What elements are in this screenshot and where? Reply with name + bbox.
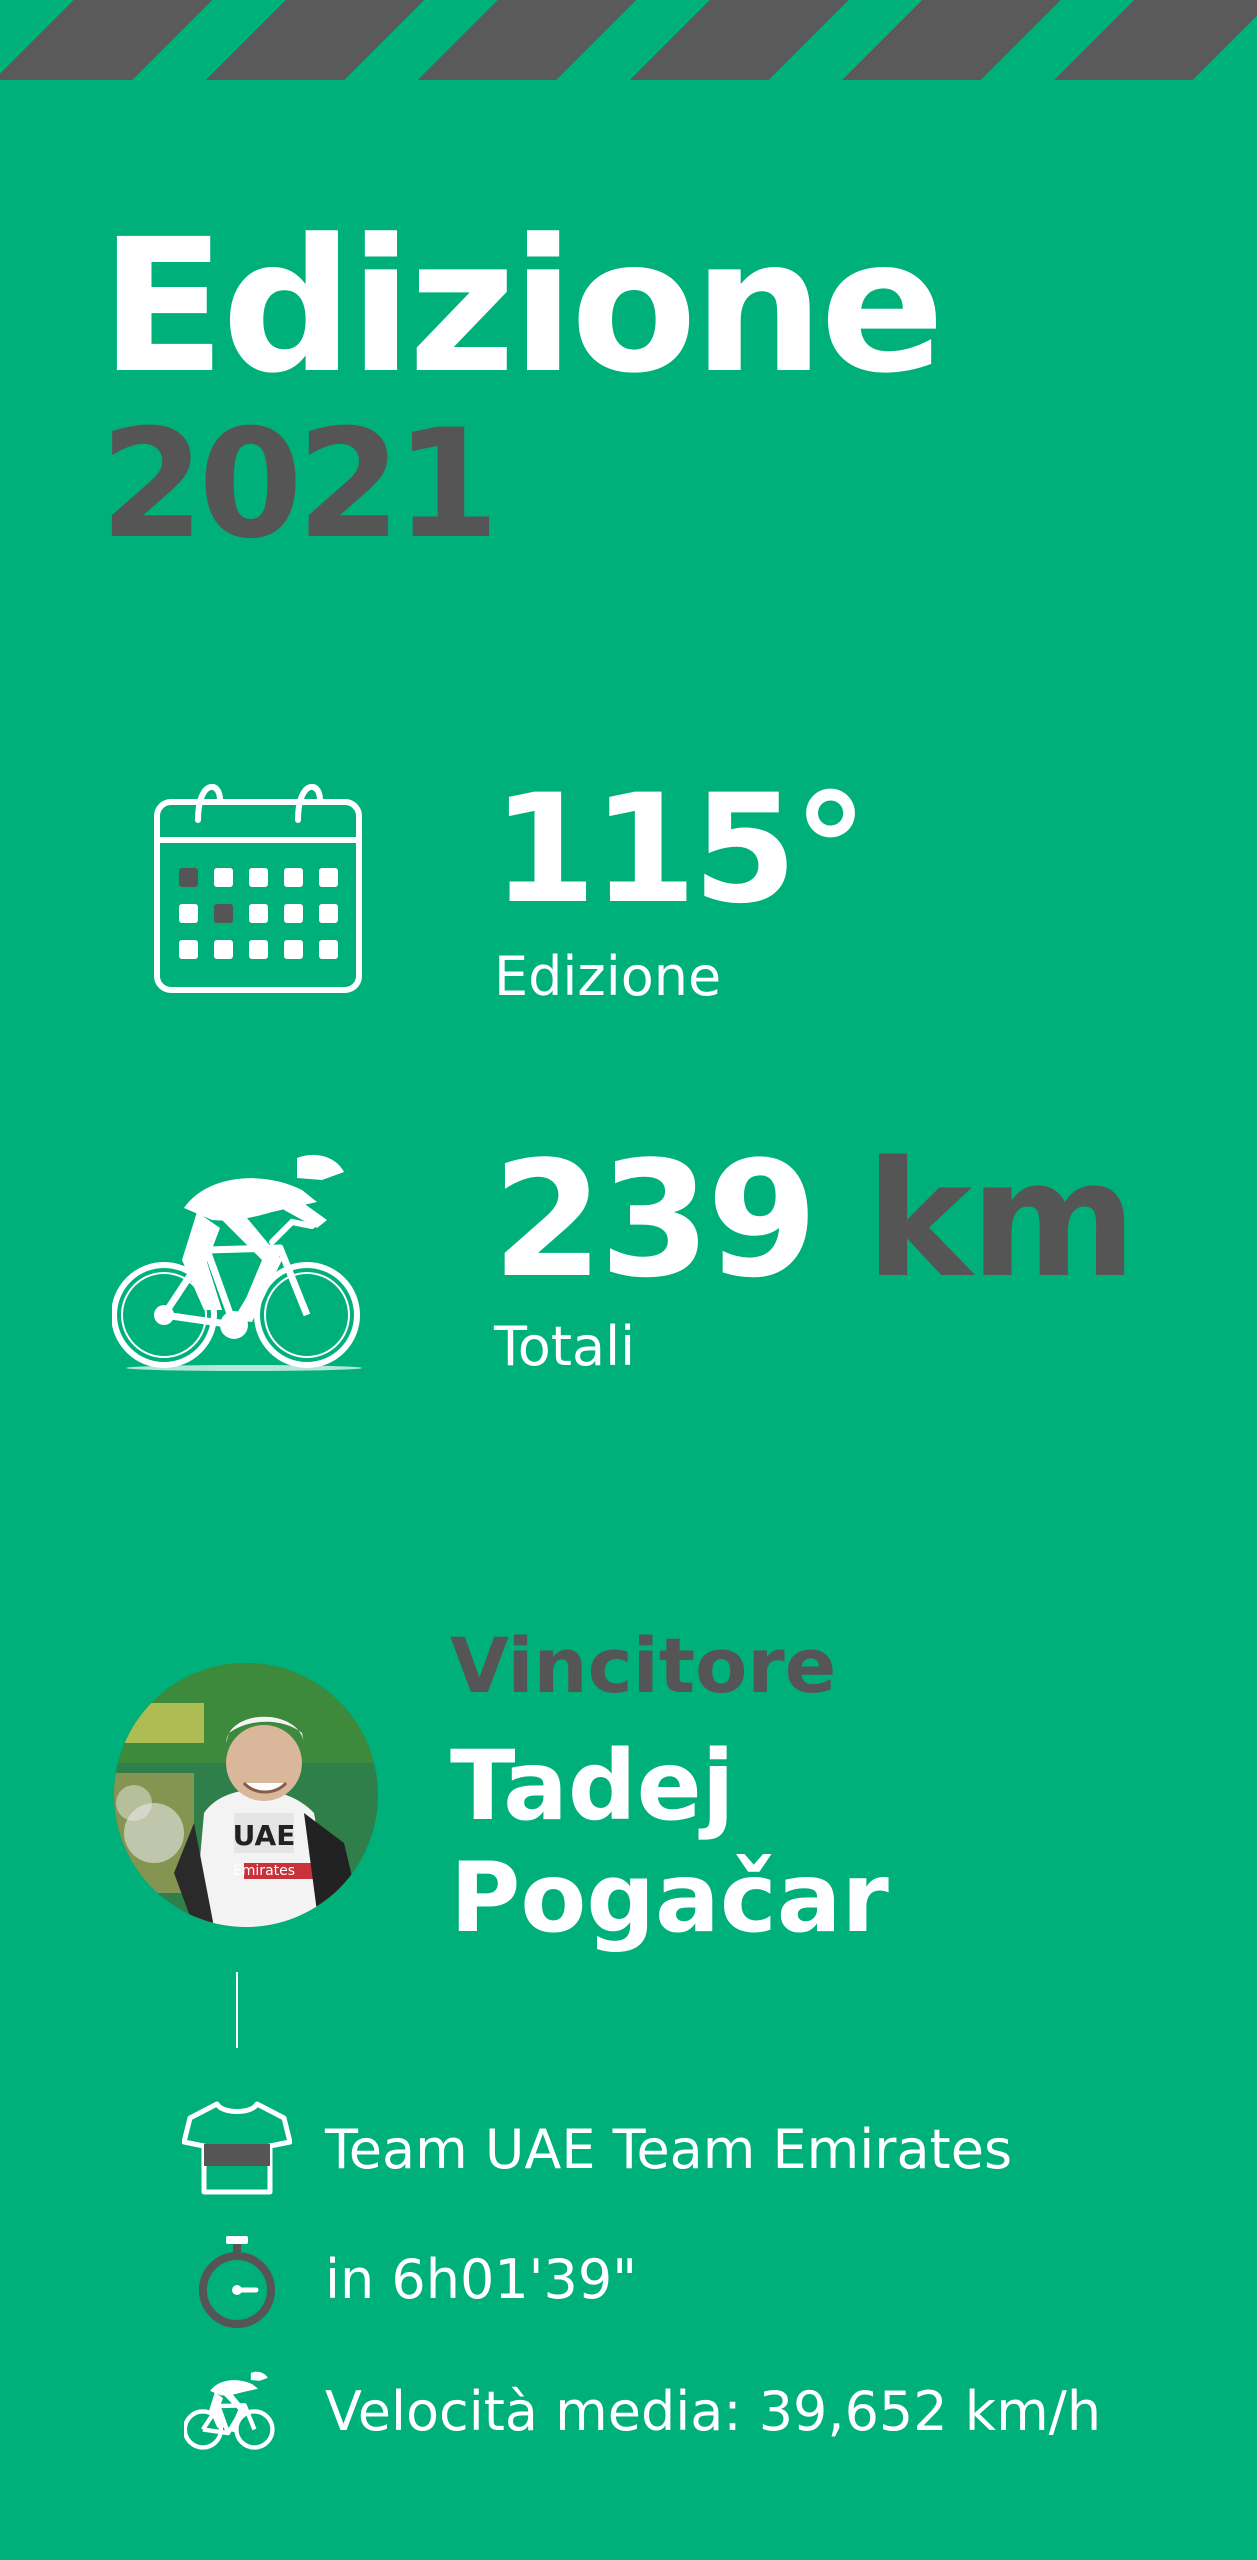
winner-team: Team UAE Team Emirates	[325, 2118, 1013, 2181]
connector-line	[236, 1972, 238, 2048]
svg-text:Emirates: Emirates	[233, 1863, 295, 1879]
winner-avatar: UAE Emirates	[114, 1663, 378, 1927]
stopwatch-icon	[199, 2236, 275, 2328]
svg-text:UAE: UAE	[233, 1819, 296, 1852]
edition-label: Edizione	[494, 945, 722, 1008]
distance-unit: km	[865, 1126, 1137, 1313]
winner-label: Vincitore	[450, 1621, 837, 1710]
edition-number: 115°	[492, 763, 868, 937]
calendar-icon	[154, 783, 362, 993]
winner-name: Tadej Pogačar	[450, 1730, 889, 1955]
jersey-icon	[182, 2101, 292, 2195]
cyclist-small-icon	[184, 2371, 275, 2450]
edition-year: 2021	[100, 398, 499, 572]
winner-first-name: Tadej	[450, 1730, 735, 1842]
distance-label: Totali	[494, 1315, 636, 1378]
winner-last-name: Pogačar	[450, 1842, 889, 1955]
distance-figure: 239 km	[492, 1140, 1137, 1300]
header-stripes	[0, 0, 1257, 80]
page-title: Edizione	[100, 200, 945, 414]
winner-average-speed: Velocità media: 39,652 km/h	[325, 2380, 1102, 2443]
cyclist-icon	[112, 1154, 362, 1371]
distance-value: 239	[492, 1126, 818, 1313]
winner-time: in 6h01'39"	[325, 2248, 638, 2311]
